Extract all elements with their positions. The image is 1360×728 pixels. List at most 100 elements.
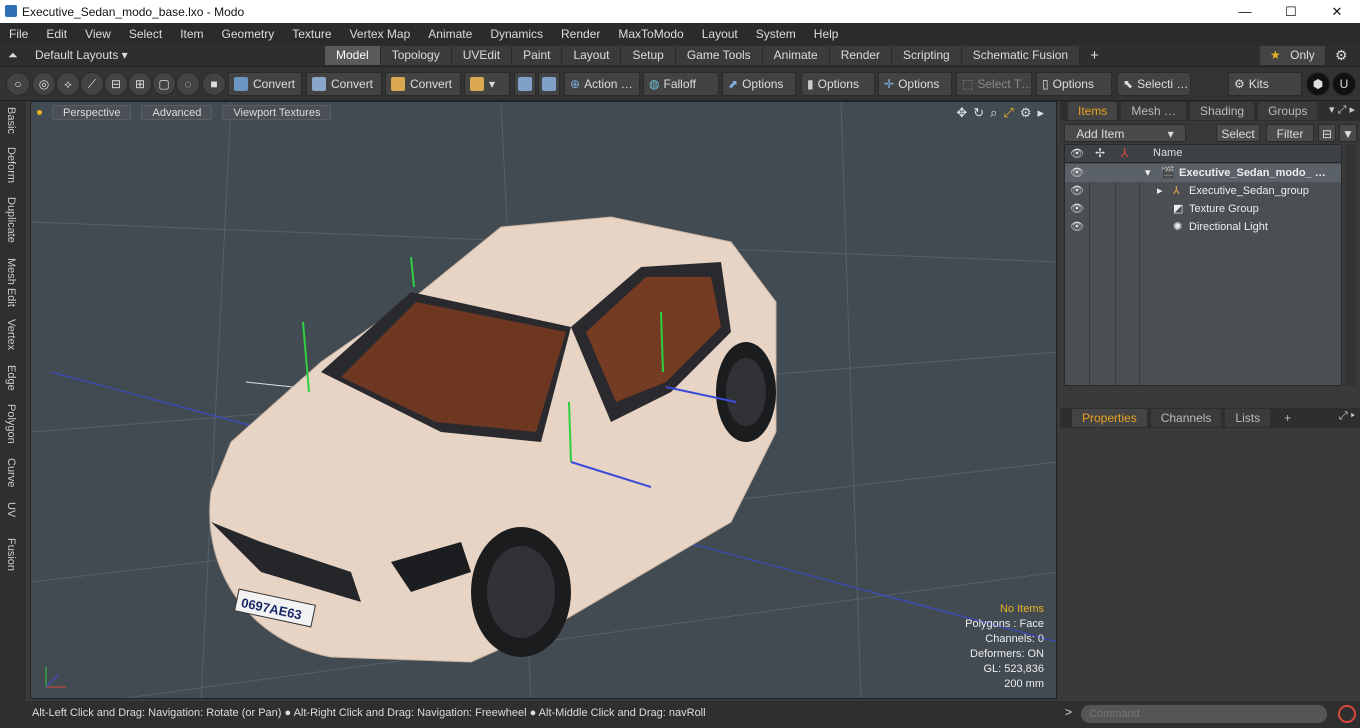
menu-layout[interactable]: Layout xyxy=(693,27,747,41)
tree-row-scene[interactable]: 👁 ▾ 🎬 Executive_Sedan_modo_ … xyxy=(1065,164,1341,182)
tab-model[interactable]: Model xyxy=(325,46,381,65)
snap-icon[interactable] xyxy=(538,72,560,96)
options-button-4[interactable]: ▯ Options xyxy=(1036,72,1112,96)
panel-expand-icon[interactable]: ▾ ⤢ ▸ xyxy=(1329,103,1355,117)
zoom-icon[interactable]: ⌕ xyxy=(990,105,997,121)
sidebar-tab-curve[interactable]: Curve xyxy=(5,458,17,487)
add-item-button[interactable]: Add Item ▾ xyxy=(1064,124,1186,142)
menu-dynamics[interactable]: Dynamics xyxy=(481,27,552,41)
funnel-icon[interactable]: ▼ xyxy=(1339,124,1357,142)
3d-viewport[interactable]: 0697AE63 Perspective Advanced Viewport T… xyxy=(30,101,1057,699)
tab-properties[interactable]: Properties xyxy=(1072,409,1147,427)
options-button-1[interactable]: ⬈ Options xyxy=(722,72,796,96)
tab-paint[interactable]: Paint xyxy=(512,46,563,65)
brush-icon[interactable]: ⟋ xyxy=(80,72,104,96)
maximize-button[interactable]: ☐ xyxy=(1268,0,1314,23)
visibility-eye-icon[interactable]: 👁 xyxy=(1070,164,1084,182)
visibility-eye-icon[interactable]: 👁 xyxy=(1070,182,1084,200)
convert-button-1[interactable]: Convert xyxy=(228,72,302,96)
select-through-button[interactable]: ⬚ Select T… xyxy=(956,72,1032,96)
select-button[interactable]: Select xyxy=(1216,124,1260,142)
perspective-button[interactable]: Perspective xyxy=(52,104,132,120)
mesh-dropdown[interactable]: ▾ xyxy=(464,72,510,96)
tab-groups[interactable]: Groups xyxy=(1258,102,1318,120)
options-button-3[interactable]: ✛ Options xyxy=(878,72,952,96)
maximize-viewport-icon[interactable]: ⤢ xyxy=(1003,105,1013,121)
visibility-eye-icon[interactable]: 👁 xyxy=(1070,200,1084,218)
tab-lists[interactable]: Lists xyxy=(1225,409,1271,427)
falloff-button[interactable]: ◍ Falloff xyxy=(643,72,719,96)
sidebar-tab-uv[interactable]: UV xyxy=(5,502,17,517)
symmetry-icon[interactable] xyxy=(514,72,536,96)
cube-icon[interactable]: ■ xyxy=(202,72,226,96)
menu-item[interactable]: Item xyxy=(171,27,212,41)
menu-render[interactable]: Render xyxy=(552,27,609,41)
menu-texture[interactable]: Texture xyxy=(283,27,340,41)
polygon-select-icon[interactable]: ⊞ xyxy=(128,72,152,96)
rotate-icon[interactable]: ↻ xyxy=(973,105,984,121)
tree-row-group[interactable]: 👁 ▸ ⅄ Executive_Sedan_group xyxy=(1065,182,1341,200)
tree-row-light[interactable]: 👁 ✺ Directional Light xyxy=(1065,218,1341,236)
material-select-icon[interactable]: ▢ xyxy=(152,72,176,96)
item-list-scrollbar[interactable] xyxy=(1346,144,1356,386)
tab-uvedit[interactable]: UVEdit xyxy=(451,46,513,65)
sidebar-tab-fusion[interactable]: Fusion xyxy=(5,538,17,571)
tab-schematic-fusion[interactable]: Schematic Fusion xyxy=(961,46,1081,65)
sidebar-tab-basic[interactable]: Basic xyxy=(5,107,17,134)
menu-maxtomodo[interactable]: MaxToModo xyxy=(609,27,692,41)
action-center-button[interactable]: ⊕ Action … xyxy=(564,72,640,96)
edge-select-icon[interactable]: ⊟ xyxy=(104,72,128,96)
minimize-button[interactable]: — xyxy=(1222,0,1268,23)
unreal-icon[interactable]: U xyxy=(1332,72,1356,96)
tab-layout[interactable]: Layout xyxy=(562,46,622,65)
tab-render[interactable]: Render xyxy=(829,46,893,65)
convert-button-3[interactable]: Convert xyxy=(385,72,461,96)
sidebar-tab-vertex[interactable]: Vertex xyxy=(5,319,17,350)
menu-select[interactable]: Select xyxy=(120,27,171,41)
tab-topology[interactable]: Topology xyxy=(380,46,452,65)
add-panel-tab-button[interactable]: + xyxy=(1274,409,1301,427)
tab-channels[interactable]: Channels xyxy=(1150,409,1222,427)
tab-items[interactable]: Items xyxy=(1068,102,1118,120)
item-select-icon[interactable]: ◌ xyxy=(176,72,200,96)
command-input[interactable] xyxy=(1080,704,1328,724)
viewport-textures-button[interactable]: Viewport Textures xyxy=(222,104,332,120)
tab-game-tools[interactable]: Game Tools xyxy=(675,46,763,65)
viewport-menu-dot[interactable] xyxy=(37,109,42,115)
menu-geometry[interactable]: Geometry xyxy=(213,27,284,41)
visibility-eye-icon[interactable]: 👁 xyxy=(1070,218,1084,236)
kits-button[interactable]: ⚙ Kits xyxy=(1228,72,1302,96)
tab-scripting[interactable]: Scripting xyxy=(892,46,962,65)
advanced-button[interactable]: Advanced xyxy=(141,104,213,120)
convert-button-2[interactable]: Convert xyxy=(306,72,382,96)
selection-sets-button[interactable]: ⬉ Selecti … xyxy=(1117,72,1191,96)
viewport-more-icon[interactable]: ▸ xyxy=(1037,105,1044,121)
sidebar-tab-mesh-edit[interactable]: Mesh Edit xyxy=(5,258,17,307)
add-tab-button[interactable]: + xyxy=(1080,46,1109,65)
tab-shading[interactable]: Shading xyxy=(1190,102,1255,120)
record-icon[interactable] xyxy=(1338,705,1356,723)
menu-view[interactable]: View xyxy=(76,27,120,41)
only-toggle[interactable]: ★ Only xyxy=(1260,46,1325,65)
menu-system[interactable]: System xyxy=(747,27,805,41)
pen-icon[interactable]: ⟡ xyxy=(56,72,80,96)
tab-mesh[interactable]: Mesh … xyxy=(1121,102,1187,120)
layouts-dropdown[interactable]: ⏶ Default Layouts ▾ xyxy=(8,48,128,63)
filter-button[interactable]: Filter xyxy=(1266,124,1314,142)
menu-animate[interactable]: Animate xyxy=(419,27,481,41)
menu-file[interactable]: File xyxy=(0,27,37,41)
expand-arrow-icon[interactable]: ▾ xyxy=(1145,164,1151,182)
properties-expand-icon[interactable]: ⤢ ▸ xyxy=(1339,410,1355,423)
menu-vertex-map[interactable]: Vertex Map xyxy=(341,27,420,41)
sidebar-tab-polygon[interactable]: Polygon xyxy=(5,404,17,444)
viewport-gear-icon[interactable]: ⚙ xyxy=(1020,105,1032,121)
tree-row-texture-group[interactable]: 👁 ◩ Texture Group xyxy=(1065,200,1341,218)
menu-edit[interactable]: Edit xyxy=(37,27,76,41)
close-button[interactable]: ✕ xyxy=(1314,0,1360,23)
menu-help[interactable]: Help xyxy=(805,27,848,41)
sidebar-tab-deform[interactable]: Deform xyxy=(5,147,17,183)
unity-icon[interactable]: ⬢ xyxy=(1306,72,1330,96)
expand-arrow-icon[interactable]: ▸ xyxy=(1157,182,1163,200)
collapse-icon[interactable]: ⊟ xyxy=(1318,124,1336,142)
vertex-select-icon[interactable]: ○ xyxy=(6,72,30,96)
